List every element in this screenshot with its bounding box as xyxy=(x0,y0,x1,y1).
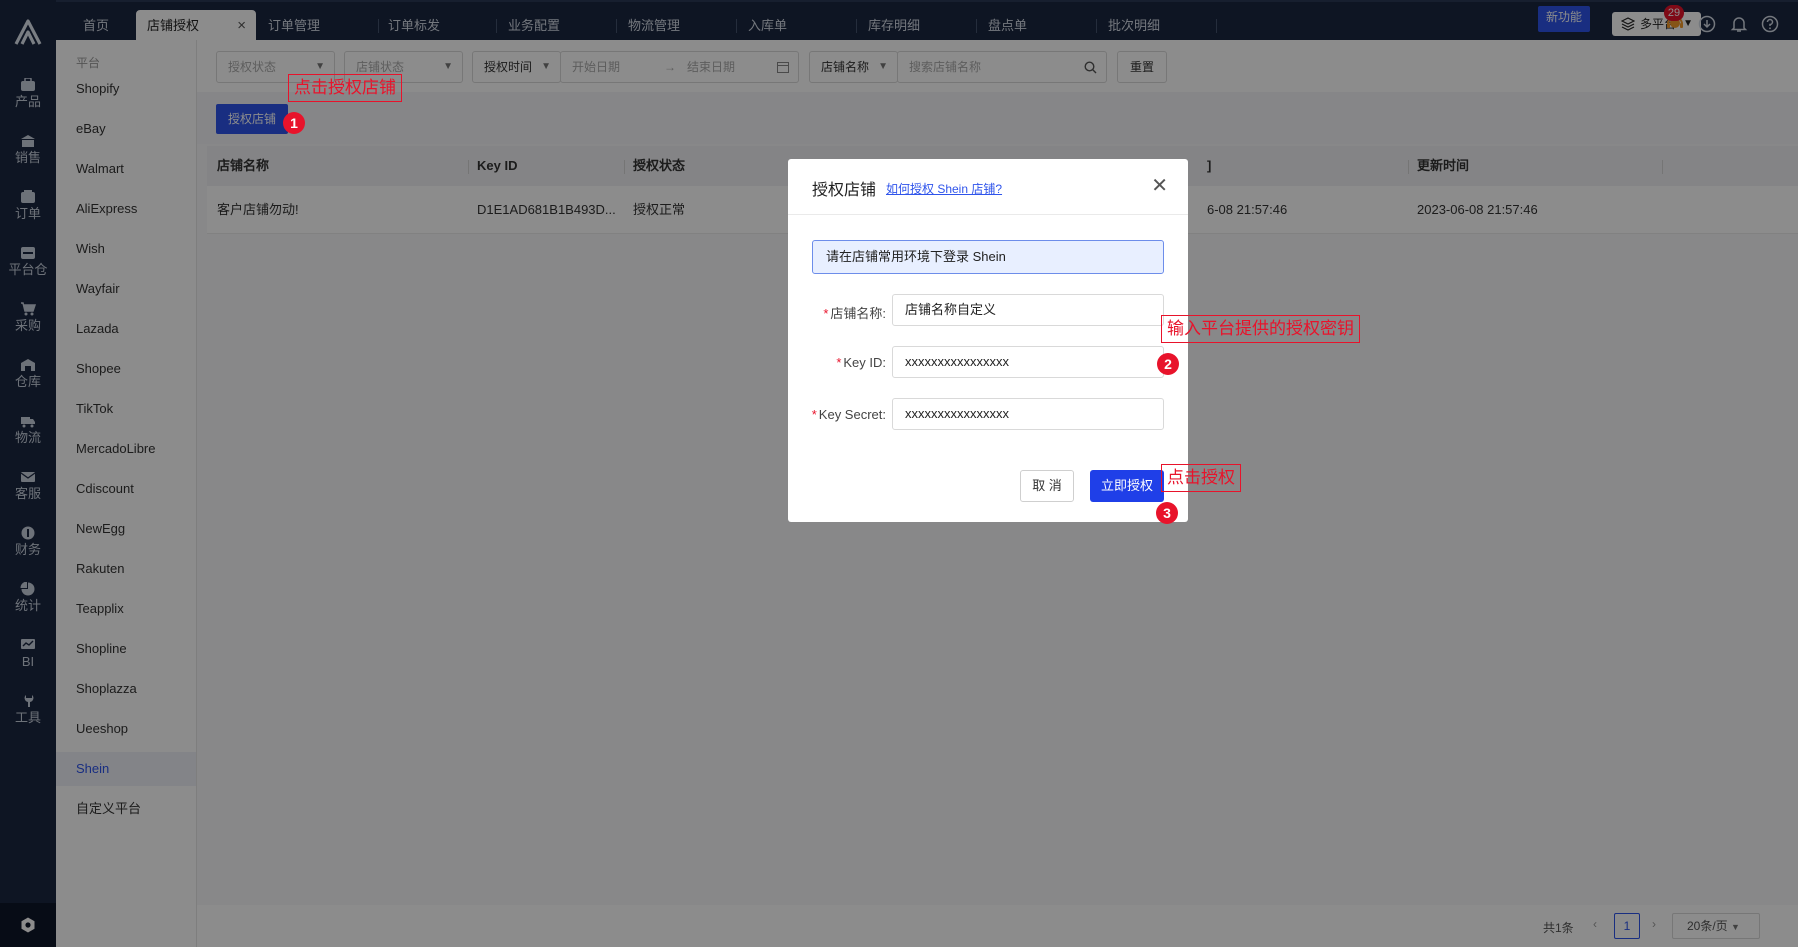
required-asterisk: * xyxy=(811,407,817,422)
cancel-button[interactable]: 取 消 xyxy=(1020,470,1074,502)
dialog-title: 授权店铺 xyxy=(812,182,877,199)
annotation-step1-callout: 点击授权店铺 xyxy=(288,74,402,102)
help-link[interactable]: 如何授权 Shein 店铺? xyxy=(886,180,1002,197)
annotation-step2-callout: 输入平台提供的授权密钥 xyxy=(1161,315,1360,343)
annotation-step3-number: 3 xyxy=(1156,502,1178,524)
key-secret-input[interactable]: xxxxxxxxxxxxxxxx xyxy=(892,398,1164,430)
login-notice: 请在店铺常用环境下登录 Shein xyxy=(812,240,1164,274)
close-icon[interactable]: ✕ xyxy=(1151,173,1168,198)
annotation-step1-number: 1 xyxy=(283,112,305,134)
required-asterisk: * xyxy=(836,355,842,370)
required-asterisk: * xyxy=(823,306,829,321)
shop-name-label: * 店铺名称: xyxy=(823,303,886,322)
key-id-label: * Key ID: xyxy=(836,355,886,370)
key-id-input[interactable]: xxxxxxxxxxxxxxxx xyxy=(892,346,1164,378)
field-label-text: 店铺名称: xyxy=(830,306,886,321)
field-label-text: Key ID: xyxy=(843,355,886,370)
field-label-text: Key Secret: xyxy=(818,407,886,422)
dialog-header: 授权店铺 如何授权 Shein 店铺? ✕ xyxy=(788,159,1188,215)
shop-name-input[interactable]: 店铺名称自定义 xyxy=(892,294,1164,326)
annotation-step2-number: 2 xyxy=(1157,353,1179,375)
key-secret-label: * Key Secret: xyxy=(812,407,886,422)
authorize-now-button[interactable]: 立即授权 xyxy=(1090,470,1164,502)
authorize-shop-dialog: 授权店铺 如何授权 Shein 店铺? ✕ 请在店铺常用环境下登录 Shein … xyxy=(788,159,1188,522)
annotation-step3-callout: 点击授权 xyxy=(1161,464,1241,492)
